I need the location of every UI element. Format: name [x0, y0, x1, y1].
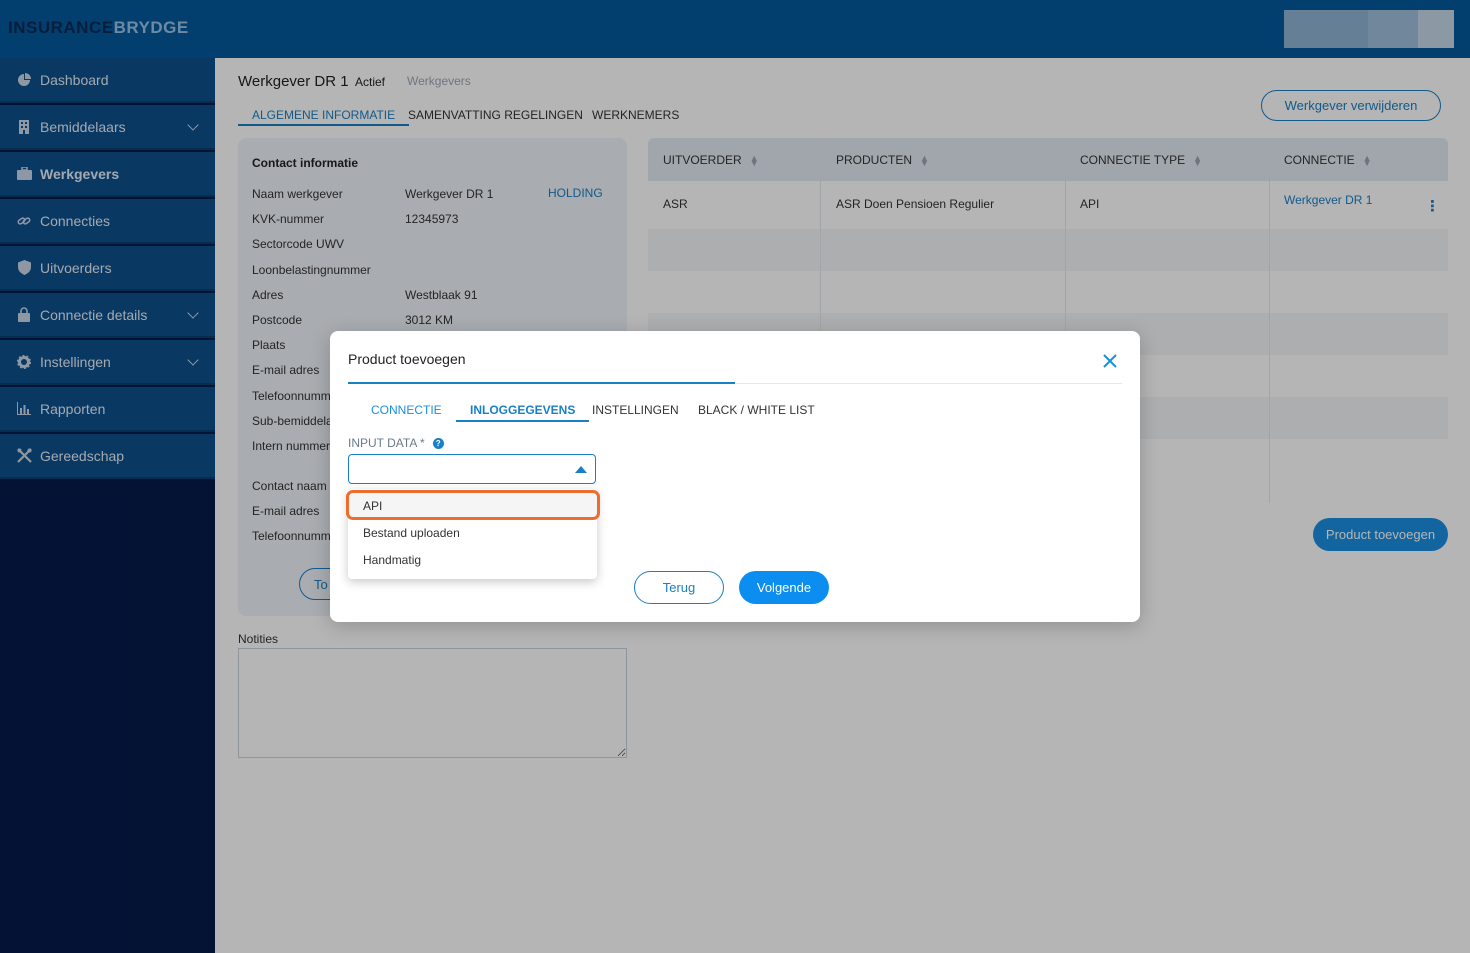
close-icon[interactable] [1100, 351, 1120, 371]
back-button[interactable]: Terug [634, 571, 724, 604]
modal-tab-instellingen[interactable]: INSTELLINGEN [592, 403, 679, 417]
modal-tab-black-white-list[interactable]: BLACK / WHITE LIST [698, 403, 815, 417]
modal-tab-inloggegevens[interactable]: INLOGGEGEVENS [456, 403, 590, 422]
add-product-modal: Product toevoegen CONNECTIE INLOGGEGEVEN… [330, 331, 1140, 622]
input-data-label: INPUT DATA * ? [348, 436, 444, 450]
option-api[interactable]: API [348, 492, 597, 519]
option-handmatig[interactable]: Handmatig [348, 546, 597, 573]
modal-title: Product toevoegen [348, 351, 466, 367]
input-data-select[interactable] [348, 454, 596, 484]
next-button[interactable]: Volgende [739, 571, 829, 604]
input-data-dropdown: API Bestand uploaden Handmatig [348, 489, 597, 579]
modal-tab-connectie[interactable]: CONNECTIE [371, 403, 442, 417]
caret-up-icon [575, 466, 587, 473]
modal-progress-bar [348, 382, 735, 384]
input-data-label-text: INPUT DATA * [348, 436, 425, 450]
option-bestand-uploaden[interactable]: Bestand uploaden [348, 519, 597, 546]
help-icon[interactable]: ? [432, 437, 444, 449]
